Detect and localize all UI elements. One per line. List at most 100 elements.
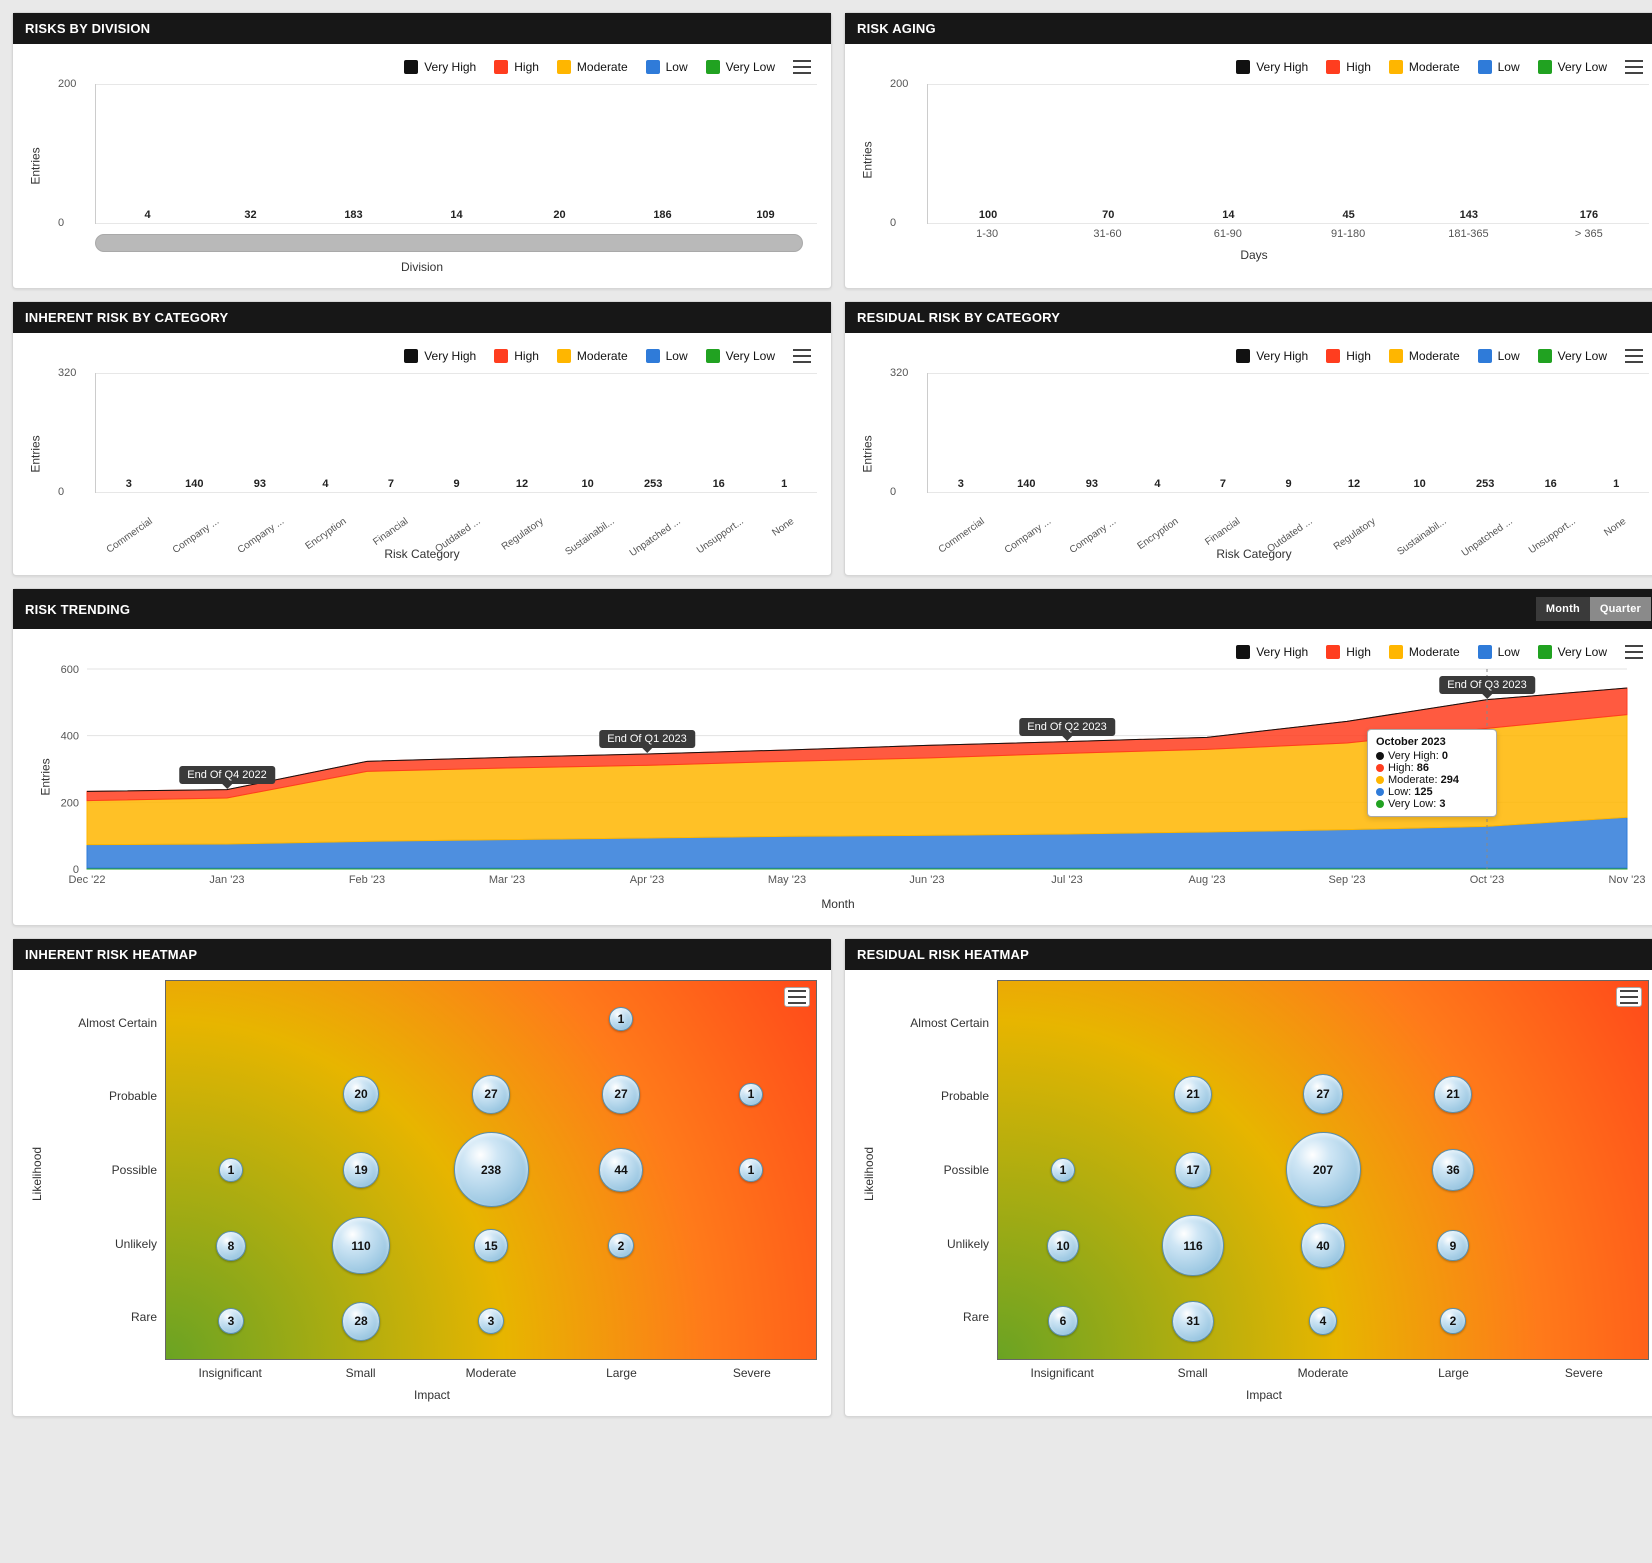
legend-label: Moderate [1409, 645, 1460, 659]
heatmap-cell[interactable] [1518, 1283, 1648, 1359]
legend-item-veryLow[interactable]: Very Low [1538, 645, 1607, 659]
heatmap-cell[interactable]: 9 [1388, 1208, 1518, 1284]
legend-item-veryLow[interactable]: Very Low [706, 60, 775, 74]
heatmap-cell[interactable]: 110 [296, 1208, 426, 1284]
heatmap-cell[interactable] [686, 1208, 816, 1284]
heatmap-cell[interactable]: 2 [1388, 1283, 1518, 1359]
heatmap-cell[interactable]: 19 [296, 1132, 426, 1208]
chart-menu-icon[interactable] [1625, 645, 1643, 659]
toggle-quarter[interactable]: Quarter [1590, 597, 1651, 621]
legend-item-moderate[interactable]: Moderate [1389, 645, 1460, 659]
heatmap-cell[interactable]: 27 [556, 1057, 686, 1133]
heatmap-cell[interactable]: 44 [556, 1132, 686, 1208]
bar-total-label: 14 [450, 209, 462, 221]
chart-menu-icon[interactable] [1625, 60, 1643, 74]
heatmap-cell[interactable] [1128, 981, 1258, 1057]
horizontal-scrollbar[interactable] [95, 234, 803, 252]
heatmap-cell[interactable]: 238 [426, 1132, 556, 1208]
chart-menu-icon[interactable] [793, 349, 811, 363]
heatmap-cell[interactable] [1258, 981, 1388, 1057]
heatmap-cell[interactable]: 3 [426, 1283, 556, 1359]
legend-item-low[interactable]: Low [1478, 60, 1520, 74]
heatmap-cell[interactable] [166, 981, 296, 1057]
heatmap-cell[interactable] [1388, 981, 1518, 1057]
heatmap-cell[interactable] [296, 981, 426, 1057]
chart-menu-icon[interactable] [793, 60, 811, 74]
heatmap-cell[interactable] [686, 981, 816, 1057]
toggle-month[interactable]: Month [1536, 597, 1590, 621]
heatmap-cell[interactable]: 36 [1388, 1132, 1518, 1208]
legend-item-moderate[interactable]: Moderate [1389, 60, 1460, 74]
legend-item-high[interactable]: High [1326, 60, 1371, 74]
heatmap-cell[interactable]: 116 [1128, 1208, 1258, 1284]
legend-item-moderate[interactable]: Moderate [1389, 349, 1460, 363]
heatmap-cell[interactable]: 21 [1388, 1057, 1518, 1133]
legend-item-veryLow[interactable]: Very Low [1538, 60, 1607, 74]
heatmap-cell[interactable]: 31 [1128, 1283, 1258, 1359]
legend-item-moderate[interactable]: Moderate [557, 349, 628, 363]
heatmap-cell[interactable]: 1 [556, 981, 686, 1057]
plot-risk-trending[interactable]: 0200400600Dec '22Jan '23Feb '23Mar '23Ap… [87, 669, 1649, 889]
heatmap-cell[interactable] [1518, 1132, 1648, 1208]
legend-item-veryHigh[interactable]: Very High [404, 60, 476, 74]
x-tick-label: Company ... [161, 493, 227, 539]
heatmap-cell[interactable]: 10 [998, 1208, 1128, 1284]
legend-item-veryLow[interactable]: Very Low [1538, 349, 1607, 363]
legend-item-high[interactable]: High [1326, 349, 1371, 363]
legend-item-low[interactable]: Low [646, 60, 688, 74]
x-tick-label: Company ... [1058, 493, 1124, 539]
heatmap-cell[interactable] [686, 1283, 816, 1359]
legend-item-veryHigh[interactable]: Very High [1236, 349, 1308, 363]
heatmap-cell[interactable] [1518, 1057, 1648, 1133]
bar-total-label: 12 [516, 478, 528, 490]
legend-item-veryHigh[interactable]: Very High [1236, 60, 1308, 74]
heatmap-cell[interactable]: 2 [556, 1208, 686, 1284]
heatmap-cell[interactable]: 15 [426, 1208, 556, 1284]
bar-total-label: 4 [1154, 478, 1160, 490]
heatmap-cell[interactable]: 1 [998, 1132, 1128, 1208]
heatmap-cell[interactable]: 40 [1258, 1208, 1388, 1284]
legend-swatch [494, 349, 508, 363]
heatmap-cell[interactable]: 6 [998, 1283, 1128, 1359]
heatmap-cell[interactable] [1518, 981, 1648, 1057]
heatmap-cell[interactable]: 21 [1128, 1057, 1258, 1133]
legend-item-high[interactable]: High [494, 60, 539, 74]
plot-risk-aging[interactable]: 0200100701445143176 [927, 84, 1649, 224]
heatmap-cell[interactable]: 17 [1128, 1132, 1258, 1208]
heatmap-cell[interactable] [426, 981, 556, 1057]
heatmap-cell[interactable]: 27 [426, 1057, 556, 1133]
bar-total-label: 93 [254, 478, 266, 490]
legend-item-veryHigh[interactable]: Very High [1236, 645, 1308, 659]
plot-residual-category[interactable]: 03203140934791210253161 [927, 373, 1649, 493]
panel-title: INHERENT RISK BY CATEGORY [25, 310, 228, 325]
heatmap-cell[interactable]: 4 [1258, 1283, 1388, 1359]
legend-item-low[interactable]: Low [646, 349, 688, 363]
heatmap-cell[interactable]: 8 [166, 1208, 296, 1284]
chart-menu-icon[interactable] [1625, 349, 1643, 363]
heatmap-cell[interactable] [1518, 1208, 1648, 1284]
legend-item-moderate[interactable]: Moderate [557, 60, 628, 74]
heatmap-cell[interactable] [998, 1057, 1128, 1133]
legend-item-low[interactable]: Low [1478, 645, 1520, 659]
legend-item-high[interactable]: High [1326, 645, 1371, 659]
heatmap-cell[interactable]: 27 [1258, 1057, 1388, 1133]
heatmap-cell[interactable]: 20 [296, 1057, 426, 1133]
heatmap-cell[interactable]: 28 [296, 1283, 426, 1359]
legend-item-high[interactable]: High [494, 349, 539, 363]
heatmap-cell[interactable] [166, 1057, 296, 1133]
heatmap-cell[interactable] [998, 981, 1128, 1057]
heatmap-cell[interactable]: 3 [166, 1283, 296, 1359]
legend-item-veryHigh[interactable]: Very High [404, 349, 476, 363]
heatmap-cell[interactable] [556, 1283, 686, 1359]
legend-label: High [514, 349, 539, 363]
heatmap-cell[interactable]: 1 [686, 1132, 816, 1208]
heatmap-cell[interactable]: 1 [166, 1132, 296, 1208]
plot-inherent-category[interactable]: 03203140934791210253161 [95, 373, 817, 493]
plot-risks-by-division[interactable]: 02004321831420186109 [95, 84, 817, 224]
legend-item-veryLow[interactable]: Very Low [706, 349, 775, 363]
heatmap-cell[interactable]: 1 [686, 1057, 816, 1133]
panel-title: RESIDUAL RISK BY CATEGORY [857, 310, 1060, 325]
heatmap-cell[interactable]: 207 [1258, 1132, 1388, 1208]
panel-residual-heatmap: RESIDUAL RISK HEATMAP Likelihood Almost … [844, 938, 1652, 1417]
legend-item-low[interactable]: Low [1478, 349, 1520, 363]
